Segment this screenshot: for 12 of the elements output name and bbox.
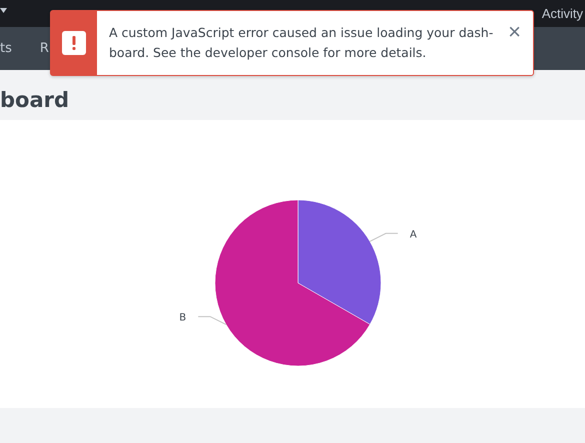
page-title: board [0, 88, 70, 114]
alert-icon [62, 31, 86, 55]
slice-label: B [179, 312, 186, 324]
leader-line [198, 316, 227, 326]
app-nav-item[interactable]: ts [0, 41, 12, 56]
close-button[interactable]: × [504, 21, 525, 43]
slice-label: A [410, 229, 417, 240]
caret-icon[interactable] [0, 8, 7, 13]
nav-menu[interactable]: Activity [542, 6, 583, 21]
error-message: A custom JavaScript error caused an issue loading your dash-board. See the developer console for more details. [108, 24, 494, 62]
app-nav-item[interactable]: R [40, 41, 49, 56]
leader-line [369, 232, 398, 242]
